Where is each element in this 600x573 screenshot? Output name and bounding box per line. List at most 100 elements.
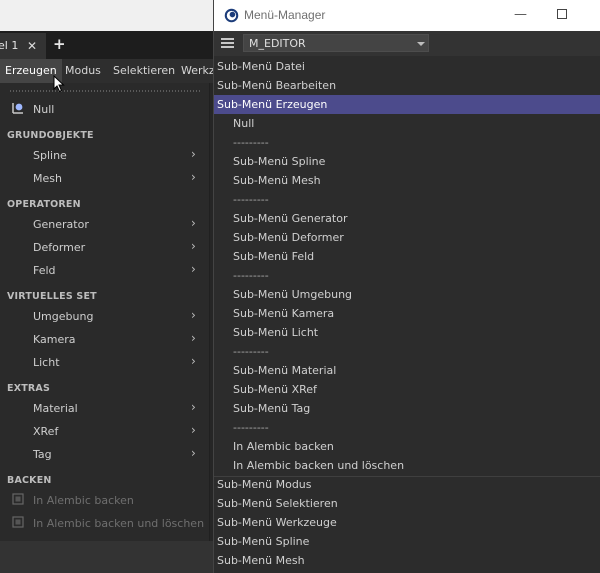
menu-modus[interactable]: Modus — [65, 59, 101, 83]
dropdown-item-label: Feld — [33, 264, 56, 277]
dropdown-arrow-icon — [417, 42, 425, 46]
dropdown-item-label: Mesh — [33, 172, 62, 185]
menu-tree-child-item[interactable]: Sub-Menü Feld — [214, 247, 600, 266]
menu-tree-separator[interactable]: --------- — [214, 342, 600, 361]
separator-label: --------- — [233, 193, 269, 206]
dropdown-item-alembic-backen: In Alembic backen — [0, 489, 210, 512]
menu-manager-titlebar[interactable]: Menü-Manager — — [214, 0, 600, 31]
menu-tree-child-item[interactable]: Sub-Menü Material — [214, 361, 600, 380]
dropdown-item-label: In Alembic backen — [33, 494, 134, 507]
menu-tree-item-selected[interactable]: Sub-Menü Erzeugen — [214, 95, 600, 114]
menu-select-dropdown[interactable]: M_EDITOR — [243, 34, 429, 52]
hamburger-menu-icon[interactable] — [221, 38, 234, 48]
window-title: Menü-Manager — [244, 8, 326, 22]
menu-tree-child-item[interactable]: Sub-Menü Mesh — [214, 171, 600, 190]
chevron-right-icon: › — [191, 331, 196, 345]
dropdown-item-tag[interactable]: Tag › — [0, 443, 210, 466]
dropdown-item-xref[interactable]: XRef › — [0, 420, 210, 443]
menu-tree-child-item[interactable]: Sub-Menü XRef — [214, 380, 600, 399]
menu-tree-item-label: Sub-Menü Material — [233, 364, 337, 377]
chevron-right-icon: › — [191, 170, 196, 184]
dropdown-item-label: Deformer — [33, 241, 86, 254]
menu-tree-child-item[interactable]: Sub-Menü Tag — [214, 399, 600, 418]
menu-tree-child-item[interactable]: Sub-Menü Deformer — [214, 228, 600, 247]
menu-tree-child-item[interactable]: Null — [214, 114, 600, 133]
menu-tree-item-label: Sub-Menü Generator — [233, 212, 348, 225]
tab-close-icon[interactable]: ✕ — [27, 33, 37, 59]
dropdown-item-mesh[interactable]: Mesh › — [0, 167, 210, 190]
dropdown-item-label: Material — [33, 402, 78, 415]
dropdown-item-feld[interactable]: Feld › — [0, 259, 210, 282]
menu-tree-child-item[interactable]: In Alembic backen — [214, 437, 600, 456]
menu-tree-item[interactable]: Sub-Menü Spline — [214, 532, 600, 551]
menu-tree-item[interactable]: Sub-Menü Selektieren — [214, 494, 600, 513]
c4d-window: el 1 ✕ + Erzeugen Modus Selektieren Werk… — [0, 0, 221, 573]
dropdown-item-null[interactable]: Null — [0, 98, 210, 121]
menu-tree-item-label: Null — [233, 117, 255, 130]
menu-tree-item-label: Sub-Menü Spline — [217, 535, 310, 548]
dropdown-item-label: Generator — [33, 218, 89, 231]
dropdown-item-alembic-backen-loeschen: In Alembic backen und löschen — [0, 512, 210, 535]
dropdown-item-deformer[interactable]: Deformer › — [0, 236, 210, 259]
menu-tree-item-label: Sub-Menü Mesh — [217, 554, 305, 567]
alembic-bake-icon — [12, 493, 24, 505]
dropdown-item-label: Null — [33, 103, 55, 116]
dropdown-item-material[interactable]: Material › — [0, 397, 210, 420]
menu-tree-item-label: In Alembic backen — [233, 440, 334, 453]
dropdown-item-licht[interactable]: Licht › — [0, 351, 210, 374]
document-tab[interactable]: el 1 ✕ — [0, 33, 46, 59]
menu-tree-child-item[interactable]: Sub-Menü Licht — [214, 323, 600, 342]
dropdown-item-label: Umgebung — [33, 310, 94, 323]
cinema4d-logo-icon — [224, 8, 239, 23]
chevron-right-icon: › — [191, 262, 196, 276]
menu-tree-item[interactable]: Sub-Menü Werkzeuge — [214, 513, 600, 532]
menu-tree-separator[interactable]: --------- — [214, 418, 600, 437]
menu-tree-child-item[interactable]: In Alembic backen und löschen — [214, 456, 600, 475]
chevron-right-icon: › — [191, 239, 196, 253]
menu-tree-item-label: Sub-Menü Tag — [233, 402, 311, 415]
dropdown-item-label: Tag — [33, 448, 52, 461]
menu-selektieren[interactable]: Selektieren — [113, 59, 175, 83]
menu-tree-child-item[interactable]: Sub-Menü Umgebung — [214, 285, 600, 304]
dropdown-item-generator[interactable]: Generator › — [0, 213, 210, 236]
menu-tree-child-item[interactable]: Sub-Menü Generator — [214, 209, 600, 228]
section-heading-operatoren: OPERATOREN — [7, 199, 81, 210]
maximize-button[interactable] — [557, 9, 567, 19]
section-heading-extras: EXTRAS — [7, 383, 51, 394]
menu-tree-child-item[interactable]: Sub-Menü Kamera — [214, 304, 600, 323]
menu-tree-separator[interactable]: --------- — [214, 190, 600, 209]
chevron-right-icon: › — [191, 400, 196, 414]
menu-tree-item-label: Sub-Menü Spline — [233, 155, 326, 168]
menu-tree-item-label: Sub-Menü Selektieren — [217, 497, 338, 510]
new-tab-icon[interactable]: + — [53, 35, 66, 53]
mouse-pointer-icon — [53, 75, 65, 93]
menu-tree-item-label: Sub-Menü XRef — [233, 383, 317, 396]
menu-tree-item-label: Sub-Menü Deformer — [233, 231, 344, 244]
chevron-right-icon: › — [191, 308, 196, 322]
menu-manager-toolbar: M_EDITOR — [214, 31, 600, 56]
menu-tree-item[interactable]: Sub-Menü Modus — [214, 475, 600, 494]
dropdown-item-label: Spline — [33, 149, 67, 162]
dropdown-item-kamera[interactable]: Kamera › — [0, 328, 210, 351]
menu-tree-separator[interactable]: --------- — [214, 133, 600, 152]
menu-tree-item[interactable]: Sub-Menü Mesh — [214, 551, 600, 570]
chevron-right-icon: › — [191, 354, 196, 368]
minimize-button[interactable]: — — [514, 7, 527, 22]
dropdown-item-spline[interactable]: Spline › — [0, 144, 210, 167]
dropdown-tear-off-grip[interactable] — [10, 90, 200, 92]
menu-tree-item[interactable]: Sub-Menü Bearbeiten — [214, 76, 600, 95]
menu-tree-item-label: Sub-Menü Mesh — [233, 174, 321, 187]
menu-tree-item-label: Sub-Menü Datei — [217, 60, 305, 73]
dropdown-item-label: XRef — [33, 425, 59, 438]
menu-tree-separator[interactable]: --------- — [214, 266, 600, 285]
c4d-menubar: Erzeugen Modus Selektieren Werkze — [0, 59, 221, 83]
menu-tree-item[interactable]: Sub-Menü Datei — [214, 57, 600, 76]
dropdown-item-umgebung[interactable]: Umgebung › — [0, 305, 210, 328]
menu-tree-item-label: In Alembic backen und löschen — [233, 459, 405, 472]
c4d-tab-bar: el 1 ✕ + — [0, 31, 216, 59]
menu-tree-child-item[interactable]: Sub-Menü Spline — [214, 152, 600, 171]
chevron-right-icon: › — [191, 147, 196, 161]
chevron-right-icon: › — [191, 446, 196, 460]
menu-tree-item-label: Sub-Menü Bearbeiten — [217, 79, 337, 92]
chevron-right-icon: › — [191, 216, 196, 230]
